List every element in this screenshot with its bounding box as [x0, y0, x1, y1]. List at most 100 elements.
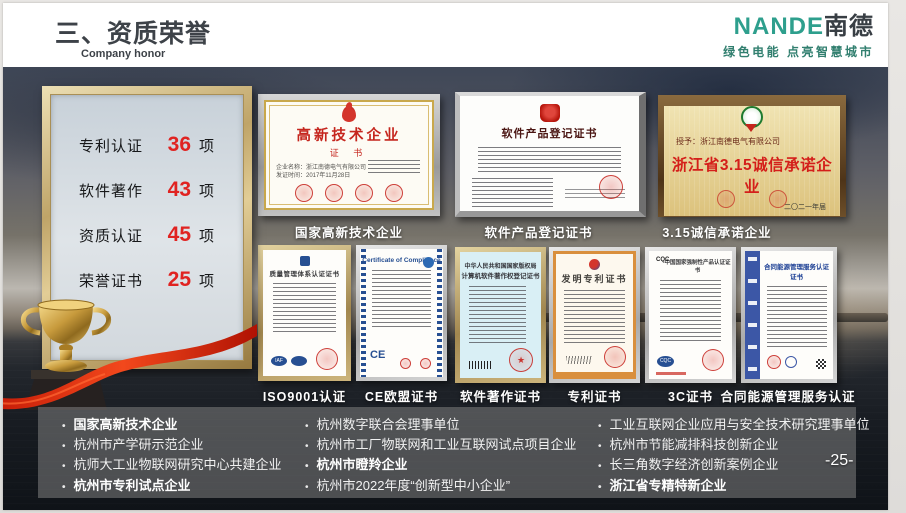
barcode-icon: [469, 361, 491, 369]
cert-stamps: [266, 184, 432, 202]
certificate-3c: CQC 中国国家强制性产品认证证书 CQC: [645, 247, 736, 383]
stat-value: 25: [157, 268, 191, 292]
cert-title: 合同能源管理服务认证证书: [764, 261, 829, 281]
stat-label: 软件著作: [79, 180, 157, 201]
certificate-ce: Certificate of Compliance CE: [356, 245, 447, 381]
honors-column-1: •国家高新技术企业 •杭州市产学研示范企业 •杭师大工业物联网研究中心共建企业 …: [62, 416, 312, 497]
red-seal-icon: [702, 349, 724, 371]
honor-item: • 杭师大工业物联网研究中心共建企业: [62, 456, 312, 476]
honors-overlay: •国家高新技术企业 •杭州市产学研示范企业 •杭师大工业物联网研究中心共建企业 …: [38, 407, 856, 498]
bullet-icon: •: [62, 418, 66, 436]
honor-text: 杭州市2022年度“创新型中小企业”: [317, 477, 511, 495]
stat-label: 荣誉证书: [79, 270, 157, 291]
red-seal-icon: [717, 190, 735, 208]
page-number: -25-: [825, 452, 853, 470]
cert-text-lines: [469, 286, 526, 344]
bullet-icon: •: [62, 458, 66, 476]
stat-unit: 项: [199, 180, 214, 201]
company-logo: NANDE南德 绿色电能 点亮智慧城市: [723, 14, 874, 60]
cert-text-lines: [273, 283, 336, 335]
cert-text-lines: [372, 270, 430, 330]
bullet-icon: •: [598, 418, 602, 436]
cert-title-line1: 中华人民共和国国家版权局: [460, 261, 541, 270]
cert-caption: 3.15诚信承诺企业: [623, 222, 811, 241]
stat-row-patent: 专利认证 36 项: [79, 133, 243, 157]
red-seal-icon: [385, 184, 403, 202]
cert-text-lines: [368, 160, 420, 174]
cert-text-lines: [564, 290, 624, 346]
honor-item: • 杭州市2022年度“创新型中小企业”: [305, 477, 595, 497]
red-seal-icon: [316, 348, 338, 370]
cert-caption: 合同能源管理服务认证: [703, 386, 873, 405]
honor-item: •杭州市产学研示范企业: [62, 436, 312, 456]
red-footer-line: [656, 372, 686, 375]
cert-title: 软件产品登记证书: [460, 125, 639, 141]
trophy-graphic: [3, 298, 257, 410]
blue-seal-icon: [785, 356, 797, 368]
honor-text: 杭州数字联合会理事单位: [317, 416, 460, 434]
honors-column-2: •杭州数字联合会理事单位 •杭州市工厂物联网和工业互联网试点项目企业 •杭州市瞪…: [305, 416, 595, 497]
honor-text: 杭州市节能减排科技创新企业: [610, 436, 779, 454]
stat-label: 专利认证: [79, 135, 157, 156]
green-medal-icon: [741, 106, 763, 128]
blue-logo-band: [745, 251, 760, 379]
honor-text: 杭州市专利试点企业: [74, 477, 191, 495]
red-seal-icon: [599, 175, 623, 199]
honor-item: •杭州市工厂物联网和工业互联网试点项目企业: [305, 436, 595, 456]
bullet-icon: •: [598, 438, 602, 456]
cert-title-line2: 计算机软件著作权登记证书: [460, 270, 541, 280]
patent-emblem-icon: [589, 259, 600, 270]
tuv-badge-icon: [423, 257, 434, 268]
certificate-energy-management: 合同能源管理服务认证证书: [741, 247, 837, 383]
stat-label: 资质认证: [79, 225, 157, 246]
stat-value: 36: [157, 133, 191, 157]
orange-band: [556, 372, 633, 376]
stat-row-qualification: 资质认证 45 项: [79, 223, 243, 247]
honor-text: 杭州市瞪羚企业: [317, 456, 408, 474]
cert-caption: 软件产品登记证书: [443, 222, 634, 241]
bullet-icon: •: [305, 458, 309, 476]
cert-text-lines: [767, 286, 827, 348]
honor-item: • 杭州市瞪羚企业: [305, 456, 595, 476]
red-seal-icon: [325, 184, 343, 202]
qr-code-icon: [816, 359, 826, 369]
stat-value: 43: [157, 178, 191, 202]
cert-caption: 软件著作证书: [455, 386, 546, 405]
stat-value: 45: [157, 223, 191, 247]
bullet-icon: •: [598, 458, 602, 476]
honor-item: • 杭州市专利试点企业: [62, 477, 312, 497]
ce-mark-icon: CE: [370, 349, 385, 361]
logo-text-en: NANDE: [734, 13, 824, 40]
certificate-315-integrity: 授予：浙江南德电气有限公司 浙江省3.15诚信承诺企业 二〇二一年届: [658, 95, 846, 217]
cert-title: 高新技术企业: [266, 124, 432, 145]
stat-unit: 项: [199, 270, 214, 291]
blue-edge-text: [437, 249, 442, 377]
bullet-icon: •: [62, 479, 66, 497]
honor-item: •杭州数字联合会理事单位: [305, 416, 595, 436]
honor-text: 国家高新技术企业: [74, 416, 178, 434]
stat-row-honor: 荣誉证书 25 项: [79, 268, 243, 292]
stat-unit: 项: [199, 135, 214, 156]
cert-year: 二〇二一年届: [784, 202, 826, 212]
bullet-icon: •: [598, 479, 602, 497]
honor-text: 杭师大工业物联网研究中心共建企业: [74, 456, 282, 474]
star-seal-icon: ★: [509, 348, 533, 372]
page-title: 三、资质荣誉: [55, 14, 211, 50]
signature-icon: [566, 356, 592, 364]
presentation-slide: 三、资质荣誉 Company honor NANDE南德 绿色电能 点亮智慧城市…: [3, 3, 888, 510]
page-subtitle: Company honor: [81, 48, 165, 60]
blue-edge-text: [361, 249, 366, 377]
red-seal-icon: [420, 358, 431, 369]
certificate-software-product: 软件产品登记证书: [455, 92, 646, 217]
red-seal-icon: [355, 184, 373, 202]
accreditation-badge-icon: [291, 356, 307, 366]
bullet-icon: •: [305, 479, 309, 497]
stat-row-software: 软件著作 43 项: [79, 178, 243, 202]
cert-caption: 专利证书: [549, 386, 640, 405]
red-seal-icon: [400, 358, 411, 369]
iso-emblem-icon: [300, 256, 310, 266]
cqc-badge-icon: CQC: [657, 356, 674, 367]
cert-text-lines: [472, 178, 553, 208]
certificate-iso9001: 质量管理体系认证证书 IAF: [258, 245, 351, 381]
honor-text: 工业互联网企业应用与安全技术研究理事单位: [610, 416, 870, 434]
